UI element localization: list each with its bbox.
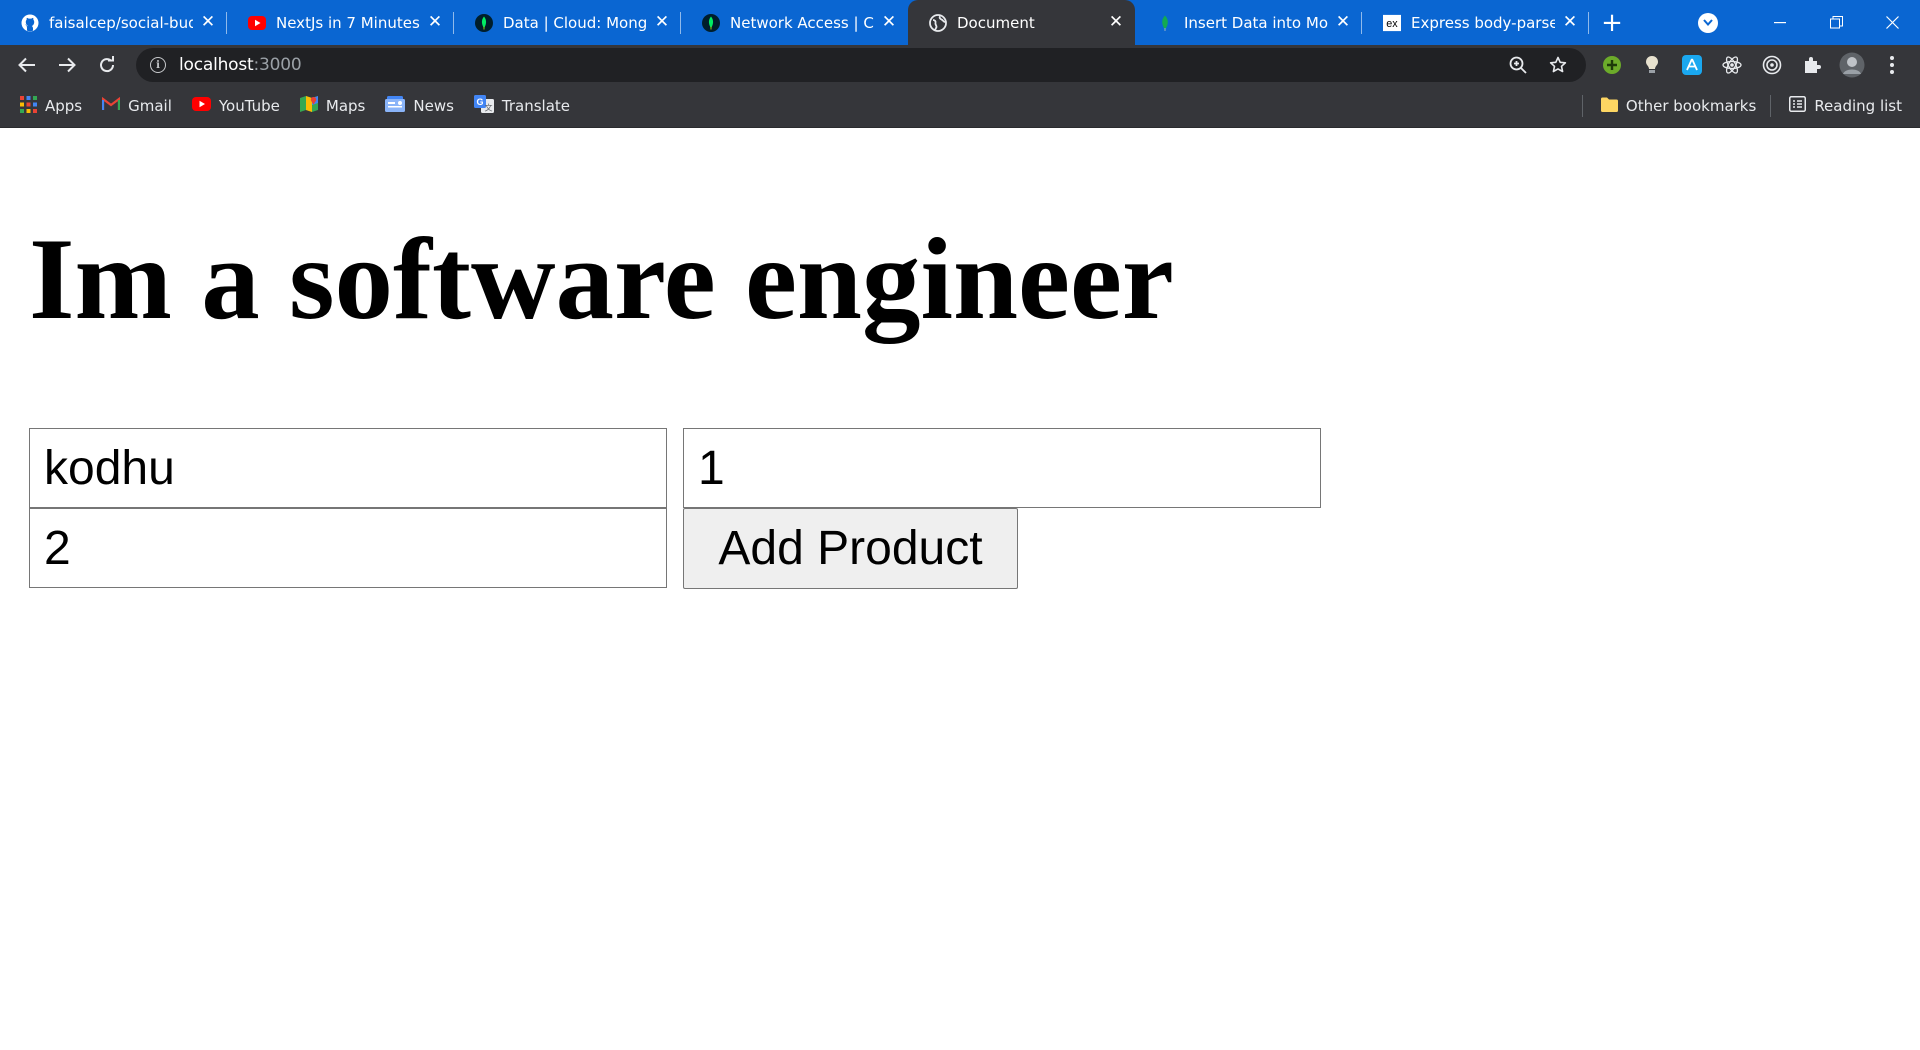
- bookmark-separator: [1770, 95, 1772, 117]
- bookmark-label: Apps: [45, 97, 83, 115]
- close-tab-icon[interactable]: ✕: [880, 14, 898, 32]
- apps-grid-icon: [20, 95, 37, 117]
- other-bookmarks[interactable]: Other bookmarks: [1600, 97, 1757, 116]
- new-tab-button[interactable]: +: [1589, 0, 1635, 45]
- extensions-puzzle-icon[interactable]: [1792, 45, 1832, 85]
- mongodb-leaf-icon: [475, 13, 493, 32]
- reading-list-icon: [1789, 96, 1807, 116]
- back-button[interactable]: [7, 45, 47, 85]
- svg-text:文: 文: [484, 103, 492, 113]
- bookmark-gmail[interactable]: Gmail: [102, 96, 172, 115]
- tab-github[interactable]: faisalcep/social-buddy ✕: [0, 0, 227, 45]
- bookmark-label: Translate: [501, 97, 571, 115]
- minimize-button[interactable]: [1752, 0, 1808, 45]
- bookmarks-right: Other bookmarks Reading list: [1568, 85, 1920, 127]
- tab-insert-data[interactable]: Insert Data into Mongo ✕: [1135, 0, 1362, 45]
- reload-button[interactable]: [87, 45, 127, 85]
- tab-title: Insert Data into Mongo: [1184, 13, 1328, 32]
- tab-mongodb-network[interactable]: Network Access | Cloud ✕: [681, 0, 908, 45]
- url-port: :3000: [253, 55, 302, 75]
- url-host: localhost: [179, 55, 254, 75]
- news-icon: [385, 96, 406, 116]
- tab-search-button[interactable]: [1698, 12, 1718, 33]
- page-heading: Im a software engineer: [29, 215, 1174, 344]
- youtube-icon: [191, 97, 211, 115]
- zoom-icon[interactable]: [1498, 56, 1538, 74]
- browser-toolbar: i localhost:3000: [0, 45, 1920, 85]
- close-tab-icon[interactable]: ✕: [199, 14, 217, 32]
- github-icon: [21, 14, 39, 32]
- page-viewport: Im a software engineer Add Product: [0, 128, 1920, 1050]
- tab-title: Express body-parser m: [1411, 13, 1555, 32]
- restore-button[interactable]: [1808, 0, 1864, 45]
- close-tab-icon[interactable]: ✕: [1561, 14, 1579, 32]
- extension-green-plus-icon[interactable]: [1592, 45, 1632, 85]
- extension-appstore-icon[interactable]: [1672, 45, 1712, 85]
- product-name-input[interactable]: [29, 428, 667, 508]
- extensions-area: [1592, 45, 1912, 85]
- tab-express[interactable]: ex Express body-parser m ✕: [1362, 0, 1589, 45]
- window-controls: [1698, 0, 1920, 45]
- tab-youtube[interactable]: NextJs in 7 Minutes 🔥 ✕: [227, 0, 454, 45]
- bookmark-maps[interactable]: Maps: [299, 95, 366, 117]
- address-bar[interactable]: i localhost:3000: [136, 48, 1586, 82]
- address-url[interactable]: localhost:3000: [179, 55, 302, 75]
- svg-text:ex: ex: [1386, 18, 1398, 30]
- express-icon: ex: [1383, 14, 1401, 32]
- bookmark-label: Reading list: [1814, 97, 1902, 115]
- globe-icon: [929, 13, 947, 32]
- folder-icon: [1600, 97, 1618, 116]
- translate-icon: G文: [473, 95, 494, 117]
- close-tab-icon[interactable]: ✕: [426, 14, 444, 32]
- tab-document[interactable]: Document ✕: [908, 0, 1135, 45]
- extension-target-icon[interactable]: [1752, 45, 1792, 85]
- tab-title: NextJs in 7 Minutes 🔥: [276, 13, 420, 32]
- tab-title: Network Access | Cloud: [730, 13, 874, 32]
- close-tab-icon[interactable]: ✕: [653, 14, 671, 32]
- youtube-icon: [248, 14, 266, 32]
- product-quantity-input[interactable]: [29, 508, 667, 588]
- browser-menu-icon[interactable]: [1872, 45, 1912, 85]
- tab-title: faisalcep/social-buddy: [49, 13, 193, 32]
- tab-mongodb-data[interactable]: Data | Cloud: MongoDB ✕: [454, 0, 681, 45]
- bookmark-label: News: [413, 97, 454, 115]
- bookmark-youtube[interactable]: YouTube: [191, 97, 280, 115]
- tab-title: Data | Cloud: MongoDB: [503, 13, 647, 32]
- extension-lightbulb-icon[interactable]: [1632, 45, 1672, 85]
- bookmark-label: Other bookmarks: [1625, 97, 1757, 115]
- product-price-input[interactable]: [683, 428, 1321, 508]
- profile-avatar[interactable]: [1832, 45, 1872, 85]
- bookmark-label: YouTube: [218, 97, 280, 115]
- gmail-icon: [102, 96, 121, 115]
- bookmark-label: Maps: [325, 97, 366, 115]
- bookmark-apps[interactable]: Apps: [20, 95, 83, 117]
- close-tab-icon[interactable]: ✕: [1334, 14, 1352, 32]
- bookmark-news[interactable]: News: [385, 96, 454, 116]
- close-tab-icon[interactable]: ✕: [1107, 14, 1125, 32]
- bookmark-label: Gmail: [128, 97, 172, 115]
- forward-button[interactable]: [47, 45, 87, 85]
- tab-title: Document: [957, 13, 1035, 32]
- mongodb-leaf-icon: [702, 13, 720, 32]
- reading-list[interactable]: Reading list: [1789, 96, 1902, 116]
- site-info-icon[interactable]: i: [150, 57, 166, 73]
- tab-strip: faisalcep/social-buddy ✕ NextJs in 7 Min…: [0, 0, 1920, 45]
- bookmark-star-icon[interactable]: [1538, 56, 1578, 74]
- mongodb-leaf-icon: [1156, 14, 1174, 32]
- maps-icon: [299, 95, 318, 117]
- bookmarks-bar: Apps Gmail YouTube Maps News G文 Translat…: [0, 85, 1920, 128]
- bookmark-translate[interactable]: G文 Translate: [473, 95, 571, 117]
- extension-react-devtools-icon[interactable]: [1712, 45, 1752, 85]
- add-product-button[interactable]: Add Product: [683, 508, 1018, 589]
- svg-text:G: G: [476, 97, 483, 107]
- close-window-button[interactable]: [1864, 0, 1920, 45]
- bookmark-separator: [1581, 95, 1583, 117]
